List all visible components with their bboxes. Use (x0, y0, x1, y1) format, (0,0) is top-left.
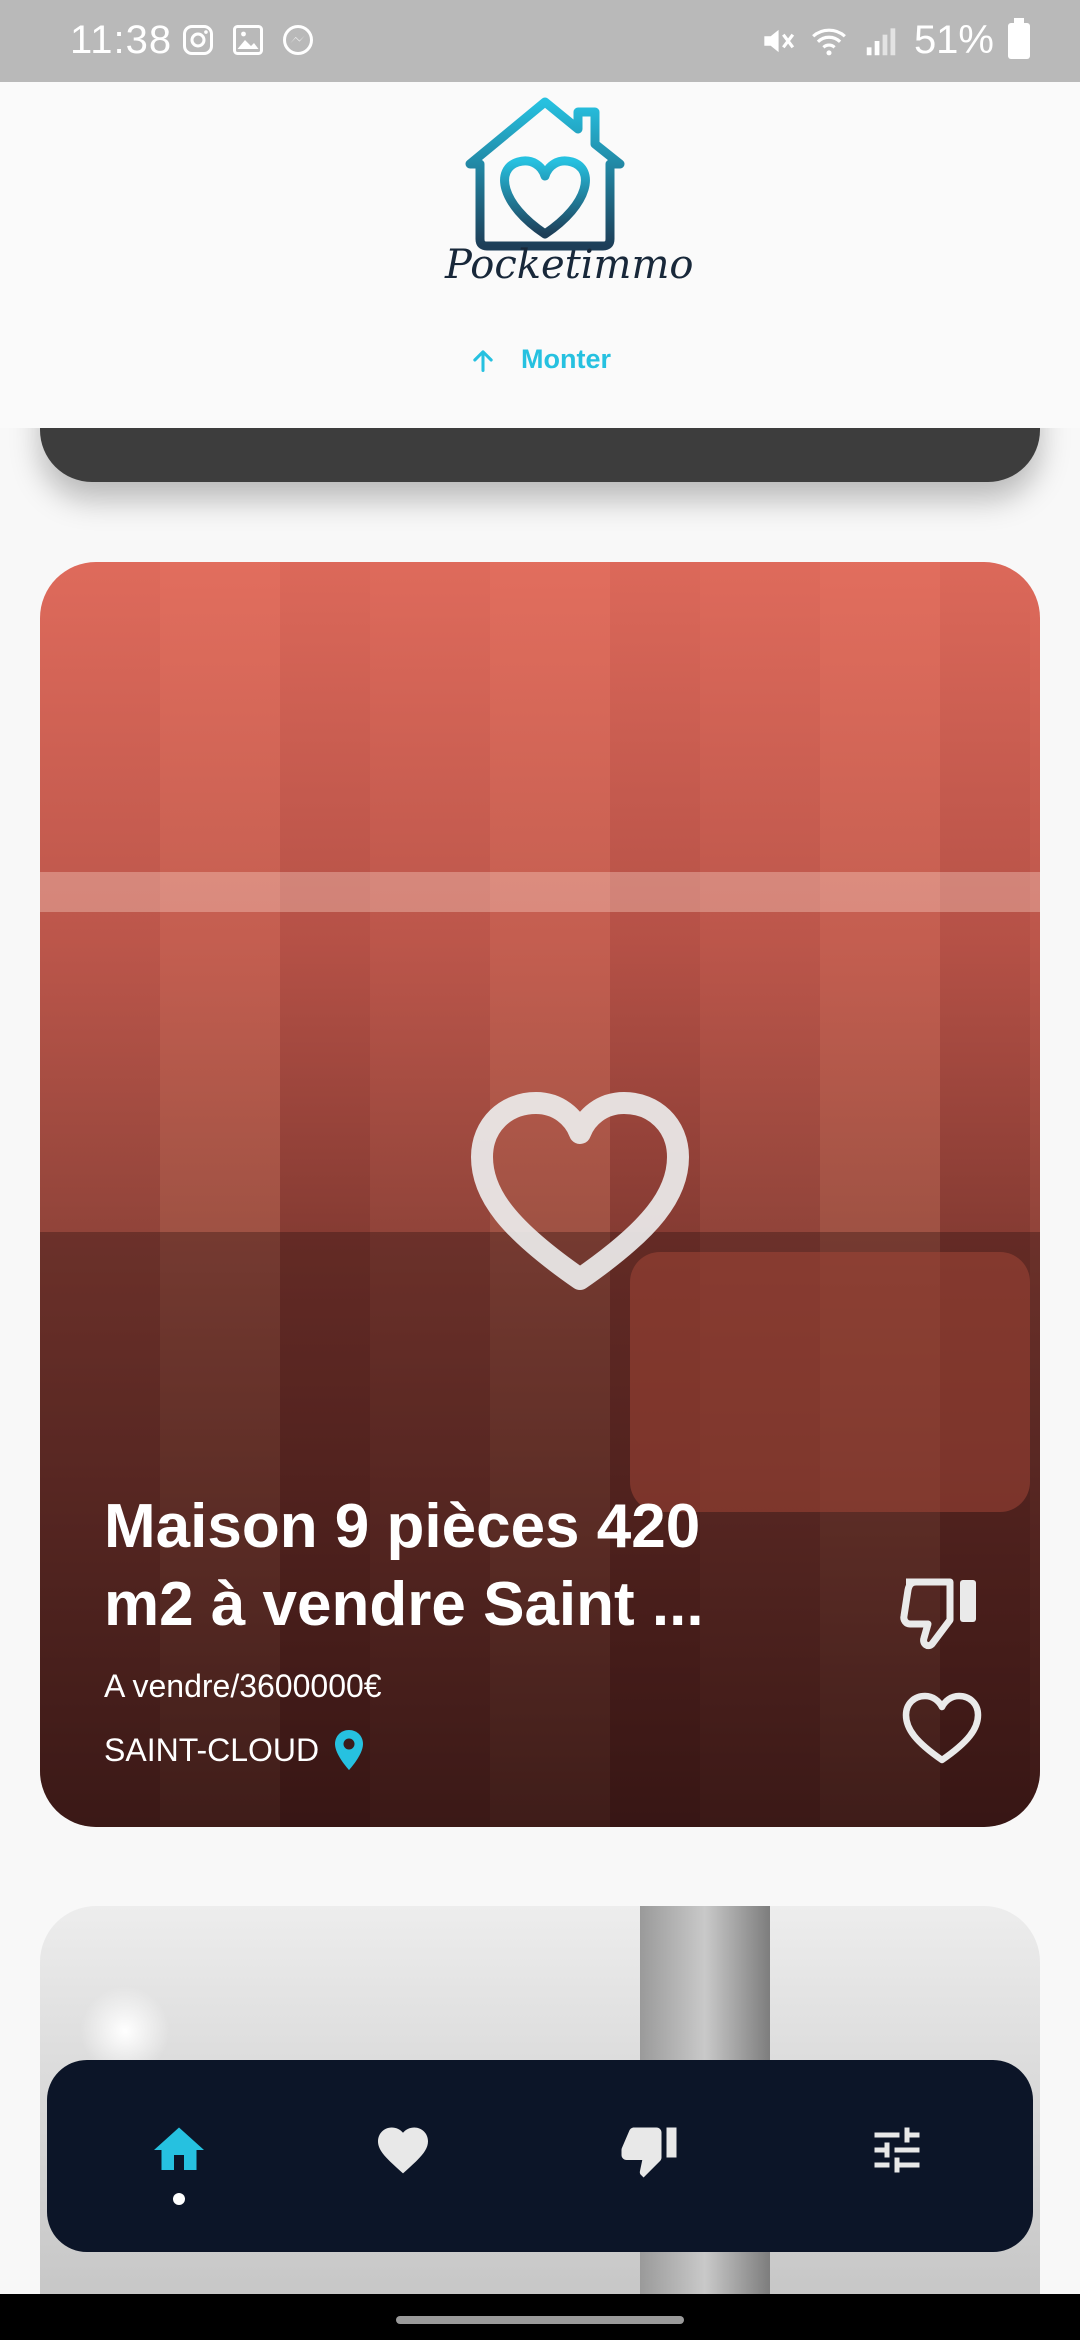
system-gesture-bar (0, 2294, 1080, 2340)
location-pin-icon (335, 1730, 364, 1770)
messenger-icon (280, 22, 316, 58)
home-gesture-handle[interactable] (396, 2316, 684, 2324)
gallery-icon (230, 22, 266, 58)
listing-card[interactable]: Maison 9 pièces 420 m2 à vendre Saint ..… (40, 562, 1040, 1827)
listing-price: A vendre/3600000€ (104, 1668, 382, 1704)
wifi-icon (810, 22, 848, 60)
listing-location-text: SAINT-CLOUD (104, 1731, 320, 1768)
heart-icon (378, 2127, 428, 2174)
heart-outline-icon (471, 1092, 689, 1290)
notification-icons (180, 22, 316, 58)
listing-photo-detail (40, 872, 1040, 912)
thumb-down-icon (621, 2127, 677, 2178)
signal-icon (862, 22, 900, 60)
battery-icon (1008, 17, 1030, 59)
mute-icon (758, 22, 796, 60)
listing-title: Maison 9 pièces 420 m2 à vendre Saint ..… (104, 1488, 804, 1644)
active-indicator (173, 2193, 185, 2205)
listing-title-line: Maison 9 pièces 420 (104, 1492, 701, 1561)
nav-favorites[interactable] (363, 2110, 443, 2190)
bottom-navigation (47, 2060, 1033, 2252)
listing-title-line: m2 à vendre Saint ... (104, 1570, 704, 1639)
scroll-up-button[interactable]: Monter (0, 344, 1080, 375)
sliders-icon (874, 2127, 920, 2173)
heart-outline-icon[interactable] (900, 1690, 984, 1766)
logo-text: Pocketimmo (445, 242, 694, 288)
status-right: 51% (758, 17, 1030, 63)
app-header: Pocketimmo Monter (0, 82, 1080, 428)
instagram-icon (180, 22, 216, 58)
status-time: 11:38 (70, 18, 173, 62)
arrow-up-icon (473, 349, 493, 372)
battery-percent: 51% (913, 18, 994, 62)
listing-location: SAINT-CLOUD (104, 1728, 365, 1772)
nav-filters[interactable] (857, 2110, 937, 2190)
scroll-up-label: Monter (521, 344, 611, 374)
nav-dislikes[interactable] (609, 2110, 689, 2190)
status-bar: 11:38 51% (0, 0, 1080, 82)
home-icon (154, 2127, 204, 2170)
nav-home[interactable] (139, 2110, 219, 2190)
thumb-down-outline-icon[interactable] (898, 1570, 984, 1650)
